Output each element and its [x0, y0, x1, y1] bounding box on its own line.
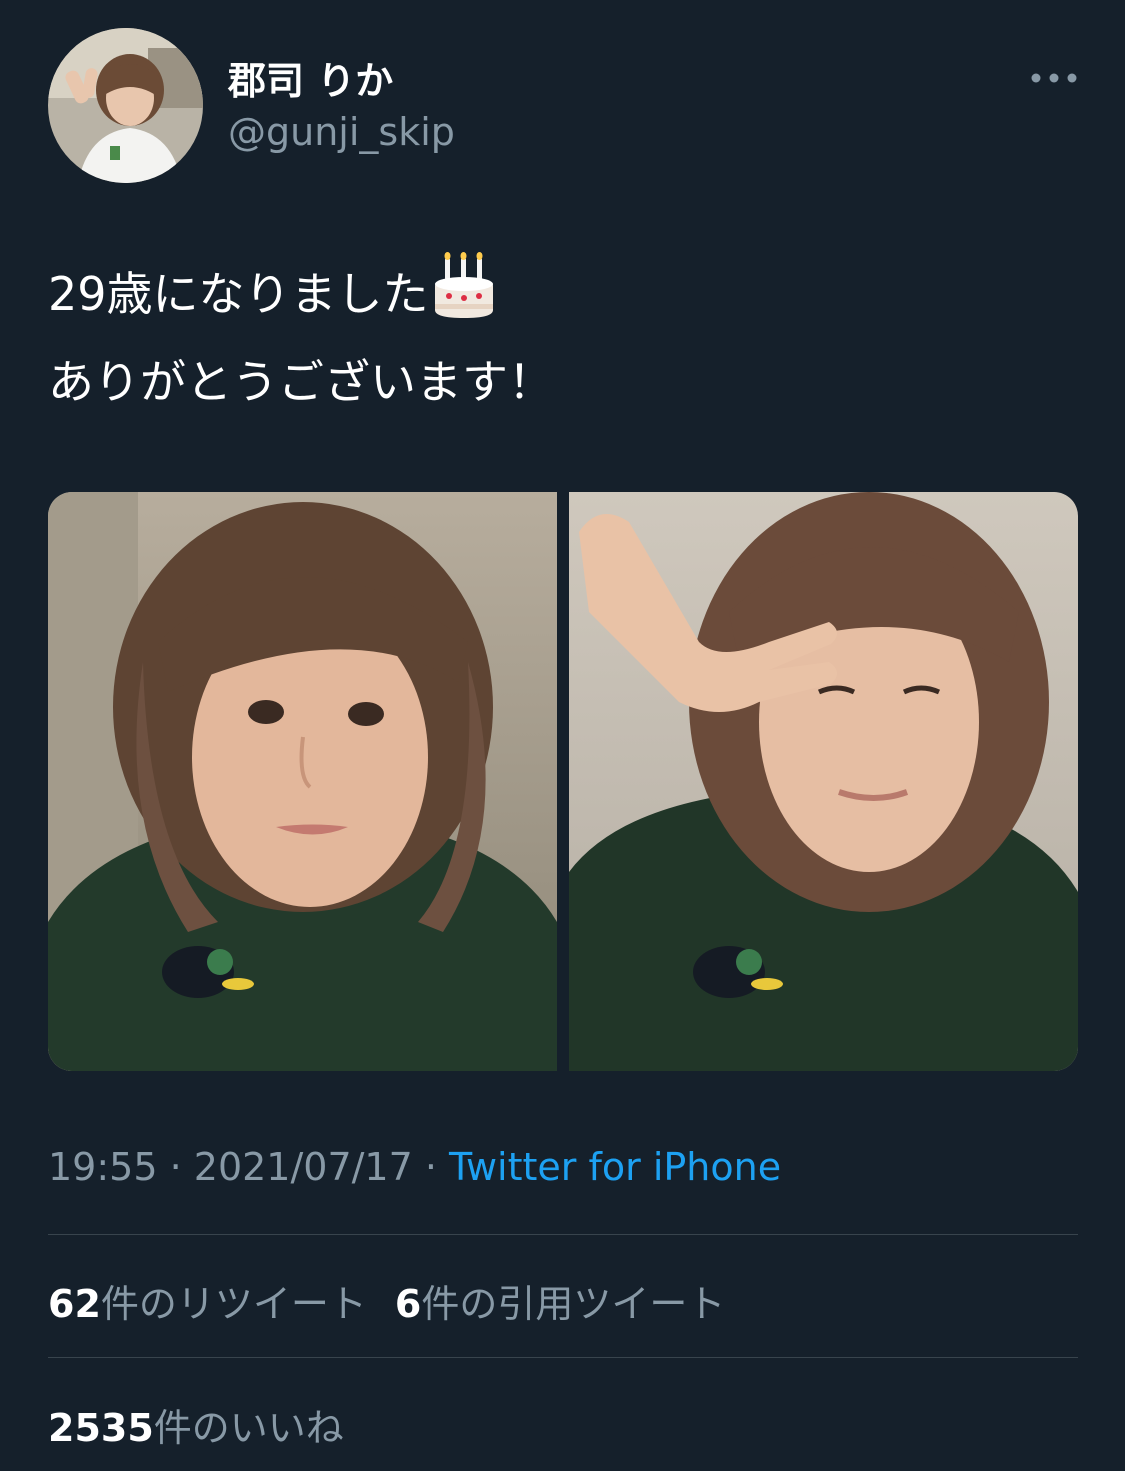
birthday-cake-icon — [431, 252, 497, 320]
meta-separator: · — [157, 1145, 194, 1189]
likes-stat[interactable]: 2535件のいいね — [48, 1406, 344, 1450]
divider — [48, 1357, 1078, 1358]
meta-separator: · — [412, 1145, 450, 1189]
quotes-label: 件の引用ツイート — [421, 1282, 726, 1326]
photo-right[interactable] — [569, 492, 1078, 1071]
user-handle[interactable]: @gunji_skip — [228, 110, 455, 154]
retweets-count: 62 — [48, 1282, 101, 1326]
tweet-header: 郡司 りか @gunji_skip — [48, 28, 1078, 188]
retweets-label: 件のリツイート — [100, 1282, 367, 1326]
divider — [48, 1234, 1078, 1235]
tweet-date: 2021/07/17 — [193, 1145, 413, 1189]
quotes-count: 6 — [394, 1282, 422, 1326]
tweet-text: 29歳になりました ありがとうございます！ — [48, 250, 1078, 426]
photo-left[interactable] — [48, 492, 557, 1071]
likes-count: 2535 — [48, 1406, 154, 1450]
likes-stats-row: 2535件のいいね — [48, 1397, 372, 1452]
tweet-meta: 19:55 · 2021/07/17 · Twitter for iPhone — [48, 1145, 781, 1189]
tweet-source-link[interactable]: Twitter for iPhone — [449, 1145, 781, 1189]
tweet-line-1: 29歳になりました — [48, 250, 1078, 338]
avatar-photo — [48, 28, 203, 183]
tweet-line-1-text: 29歳になりました — [48, 267, 429, 321]
avatar[interactable] — [48, 28, 203, 183]
retweet-stats-row: 62件のリツイート 6件の引用ツイート — [48, 1273, 753, 1328]
media-grid — [48, 492, 1078, 1071]
tweet-line-2: ありがとうございます！ — [48, 355, 554, 409]
quotes-stat[interactable]: 6件の引用ツイート — [395, 1282, 725, 1326]
likes-label: 件のいいね — [153, 1406, 344, 1450]
tweet-time: 19:55 — [48, 1145, 158, 1189]
display-name[interactable]: 郡司 りか — [228, 50, 393, 105]
retweets-stat[interactable]: 62件のリツイート — [48, 1282, 367, 1326]
more-icon[interactable] — [1030, 68, 1078, 88]
